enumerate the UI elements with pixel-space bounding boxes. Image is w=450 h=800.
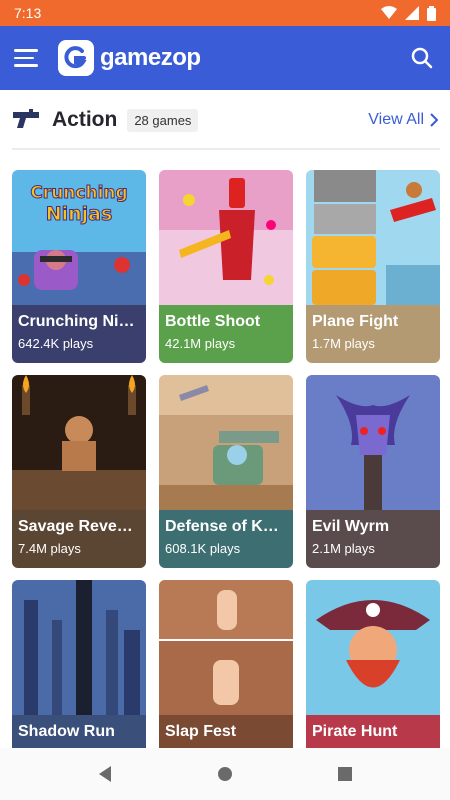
game-title: Defense of Kazan <box>165 518 287 535</box>
game-card-info: Defense of Kazan 608.1K plays <box>159 510 293 568</box>
wifi-icon <box>381 6 397 19</box>
status-icons <box>381 5 436 21</box>
game-thumbnail <box>159 580 293 715</box>
game-card-info: Savage Revenge 7.4M plays <box>12 510 146 568</box>
game-plays: 7.4M plays <box>18 541 81 556</box>
menu-icon-line <box>14 56 34 60</box>
home-icon <box>218 767 232 781</box>
game-card-info: Plane Fight 1.7M plays <box>306 305 440 363</box>
game-thumbnail <box>306 580 440 715</box>
menu-icon-line <box>14 64 38 67</box>
gamezop-logo-icon <box>58 40 94 76</box>
game-card[interactable]: Slap Fest <box>159 580 293 773</box>
game-card[interactable]: Shadow Run <box>12 580 146 773</box>
signal-icon <box>405 6 419 20</box>
game-thumbnail <box>12 375 146 510</box>
search-button[interactable] <box>408 44 436 72</box>
game-plays: 1.7M plays <box>312 336 375 351</box>
chevron-right-icon <box>430 113 438 127</box>
game-count-badge: 28 games <box>127 108 199 132</box>
status-bar: 7:13 <box>0 0 450 26</box>
game-title: Savage Revenge <box>18 518 140 535</box>
game-thumbnail: Crunching Ninjas <box>12 170 146 305</box>
section-divider <box>12 148 440 150</box>
game-title: Crunching Ninjas <box>18 313 140 330</box>
game-card[interactable]: Pirate Hunt <box>306 580 440 773</box>
brand-name: gamezop <box>100 44 201 71</box>
game-thumbnail <box>306 170 440 305</box>
game-title: Evil Wyrm <box>312 518 390 535</box>
game-title: Bottle Shoot <box>165 313 261 330</box>
game-thumbnail <box>306 375 440 510</box>
gamezop-logo[interactable]: gamezop <box>58 40 201 76</box>
game-thumbnail <box>159 170 293 305</box>
game-card-info: Crunching Ninjas 642.4K plays <box>12 305 146 363</box>
game-title: Shadow Run <box>18 723 115 740</box>
back-icon <box>99 766 111 782</box>
game-card[interactable]: Bottle Shoot 42.1M plays <box>159 170 293 363</box>
view-all-link[interactable]: View All <box>368 111 438 129</box>
back-button[interactable] <box>93 762 117 786</box>
home-button[interactable] <box>213 762 237 786</box>
battery-icon <box>427 5 436 21</box>
game-card[interactable]: Savage Revenge 7.4M plays <box>12 375 146 568</box>
game-card[interactable]: Crunching Ninjas Crunching Ninjas 642.4K… <box>12 170 146 363</box>
search-icon <box>411 47 433 69</box>
game-plays: 642.4K plays <box>18 336 94 351</box>
game-thumbnail <box>12 580 146 715</box>
game-card[interactable]: Evil Wyrm 2.1M plays <box>306 375 440 568</box>
recents-icon <box>338 767 352 781</box>
game-card-info: Evil Wyrm 2.1M plays <box>306 510 440 568</box>
system-nav-bar <box>0 748 450 800</box>
menu-icon-line <box>14 49 38 52</box>
svg-text:Ninjas: Ninjas <box>46 203 113 225</box>
game-plays: 42.1M plays <box>165 336 236 351</box>
view-all-label: View All <box>368 111 424 128</box>
game-plays: 2.1M plays <box>312 541 375 556</box>
game-thumbnail <box>159 375 293 510</box>
gun-icon <box>13 109 39 128</box>
section-header: Action 28 games View All <box>0 100 450 140</box>
svg-text:Crunching: Crunching <box>30 183 127 203</box>
game-title: Slap Fest <box>165 723 237 740</box>
section-title: Action <box>52 108 118 131</box>
menu-button[interactable] <box>14 44 42 72</box>
game-title: Pirate Hunt <box>312 723 398 740</box>
game-card[interactable]: Plane Fight 1.7M plays <box>306 170 440 363</box>
game-title: Plane Fight <box>312 313 399 330</box>
app-bar: gamezop <box>0 26 450 90</box>
game-grid: Crunching Ninjas Crunching Ninjas 642.4K… <box>12 170 440 773</box>
game-card[interactable]: Defense of Kazan 608.1K plays <box>159 375 293 568</box>
game-plays: 608.1K plays <box>165 541 241 556</box>
recents-button[interactable] <box>333 762 357 786</box>
status-time: 7:13 <box>14 5 42 21</box>
game-card-info: Bottle Shoot 42.1M plays <box>159 305 293 363</box>
